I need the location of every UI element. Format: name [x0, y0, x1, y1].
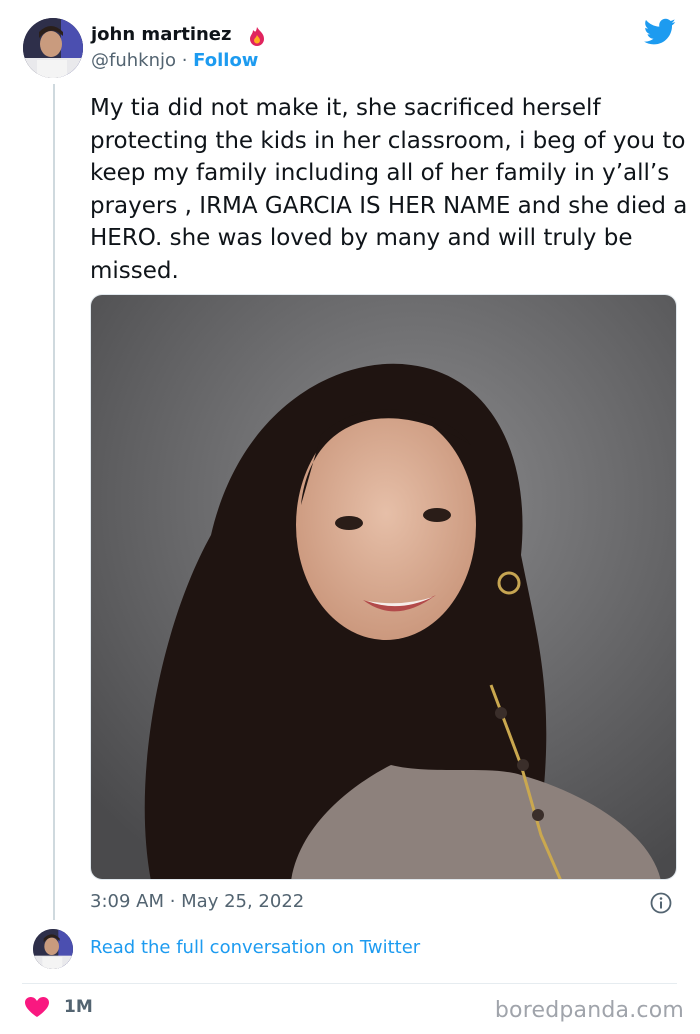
heart-icon[interactable] — [24, 996, 50, 1018]
flame-icon — [250, 27, 264, 46]
footer-divider — [22, 983, 677, 984]
author-avatar[interactable] — [23, 18, 83, 78]
info-icon[interactable] — [650, 892, 672, 914]
twitter-bird-icon[interactable] — [644, 18, 676, 46]
tweet-timestamp[interactable]: 3:09 AM · May 25, 2022 — [90, 891, 304, 912]
tweet-photo[interactable] — [90, 294, 677, 880]
follow-button[interactable]: Follow — [193, 50, 258, 71]
read-conversation-link[interactable]: Read the full conversation on Twitter — [90, 937, 420, 958]
author-handle-row: @fuhknjo · Follow — [91, 50, 258, 71]
tweet-text: My tia did not make it, she sacrificed h… — [90, 95, 688, 284]
thread-line — [53, 84, 55, 920]
handle-separator: · — [176, 50, 194, 71]
like-count[interactable]: 1M — [64, 997, 93, 1017]
boredpanda-watermark: boredpanda.com — [494, 998, 684, 1023]
author-name[interactable]: john martinez — [91, 24, 231, 45]
author-handle[interactable]: @fuhknjo — [91, 50, 176, 71]
reply-avatar[interactable] — [33, 929, 73, 969]
